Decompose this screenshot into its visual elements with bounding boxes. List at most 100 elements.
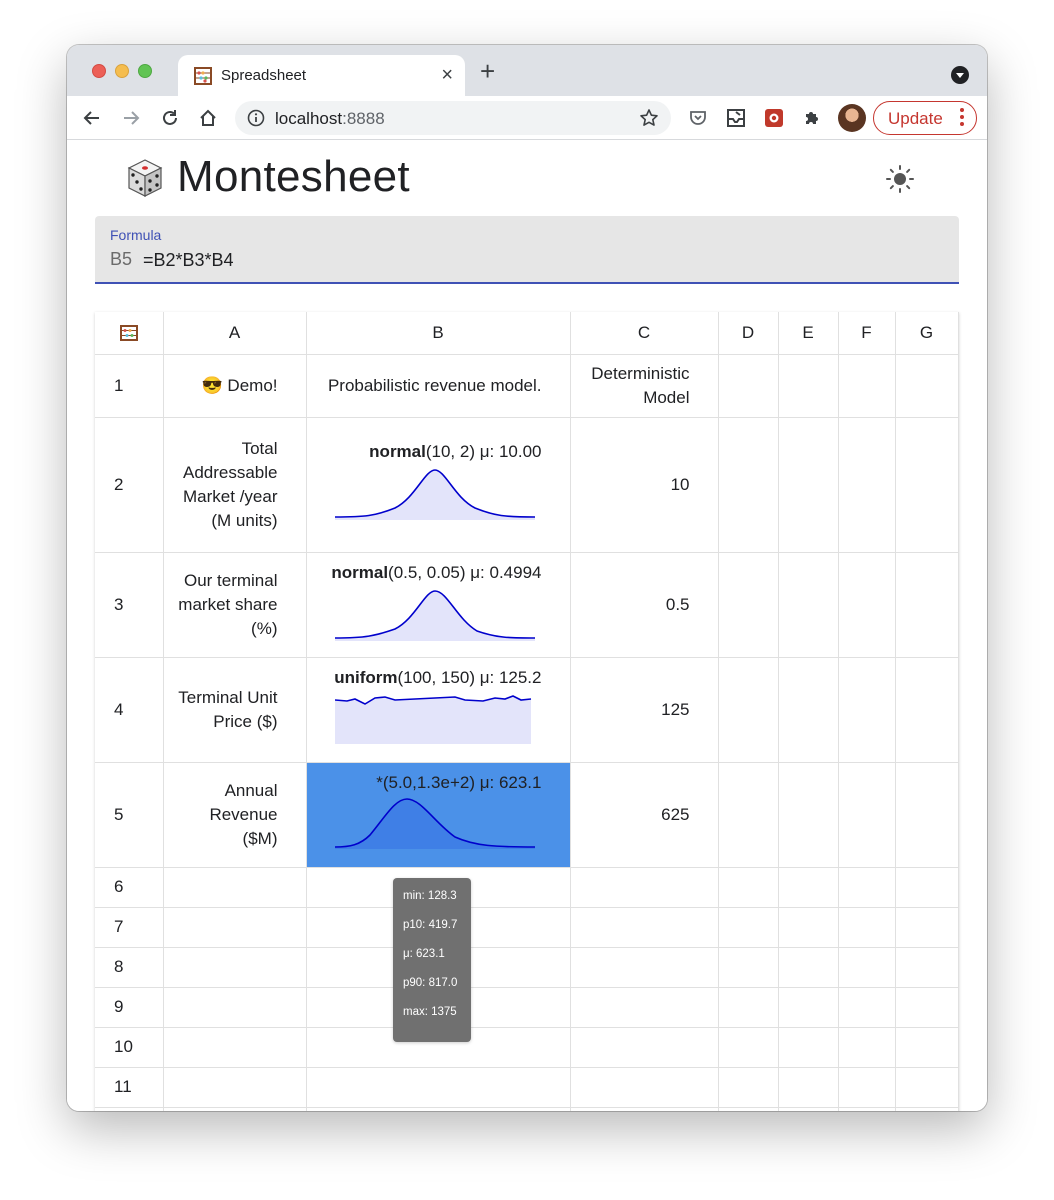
cell[interactable] xyxy=(717,1026,779,1068)
cell[interactable] xyxy=(717,906,779,948)
reload-icon[interactable] xyxy=(157,105,183,131)
cell-g4[interactable] xyxy=(894,656,959,763)
sun-icon[interactable] xyxy=(885,164,915,194)
cell-f4[interactable] xyxy=(837,656,896,763)
cell[interactable] xyxy=(162,906,307,948)
cell-f5[interactable] xyxy=(837,761,896,868)
column-header-e[interactable]: E xyxy=(777,312,839,355)
cell-c3[interactable]: 0.5 xyxy=(569,551,719,658)
cell[interactable] xyxy=(837,1106,896,1111)
column-header-f[interactable]: F xyxy=(837,312,896,355)
cell-d2[interactable] xyxy=(717,416,779,553)
cell-e1[interactable] xyxy=(777,353,839,418)
cell[interactable] xyxy=(777,906,839,948)
cell[interactable] xyxy=(162,946,307,988)
cell-d1[interactable] xyxy=(717,353,779,418)
row-header[interactable]: 4 xyxy=(95,656,164,763)
cell-f2[interactable] xyxy=(837,416,896,553)
puzzle-icon[interactable] xyxy=(799,105,825,131)
close-window-button[interactable] xyxy=(92,64,106,78)
row-header[interactable]: 3 xyxy=(95,551,164,658)
row-header[interactable]: 9 xyxy=(95,986,164,1028)
cell[interactable] xyxy=(894,1106,959,1111)
cell-c4[interactable]: 125 xyxy=(569,656,719,763)
cell[interactable] xyxy=(837,1066,896,1108)
cell[interactable] xyxy=(162,1026,307,1068)
address-bar[interactable]: localhost:8888 xyxy=(235,101,671,135)
cell[interactable] xyxy=(717,1066,779,1108)
column-header-a[interactable]: A xyxy=(162,312,307,355)
cell-g2[interactable] xyxy=(894,416,959,553)
cell-b5-selected[interactable]: *(5.0,1.3e+2) μ: 623.1 xyxy=(305,761,571,868)
cell[interactable] xyxy=(305,1066,571,1108)
info-icon[interactable] xyxy=(247,109,265,127)
cell[interactable] xyxy=(162,866,307,908)
inbox-extension-icon[interactable] xyxy=(723,105,749,131)
cell[interactable] xyxy=(162,986,307,1028)
cell-b3[interactable]: normal(0.5, 0.05) μ: 0.4994 xyxy=(305,551,571,658)
back-icon[interactable] xyxy=(79,105,105,131)
cell[interactable] xyxy=(894,866,959,908)
row-header[interactable]: 7 xyxy=(95,906,164,948)
cell[interactable] xyxy=(162,1106,307,1111)
cell[interactable] xyxy=(569,1106,719,1111)
cell[interactable] xyxy=(569,1066,719,1108)
more-menu-icon[interactable] xyxy=(960,108,964,129)
cell[interactable] xyxy=(837,986,896,1028)
row-header[interactable] xyxy=(95,1106,164,1111)
cell-g5[interactable] xyxy=(894,761,959,868)
row-header[interactable]: 10 xyxy=(95,1026,164,1068)
row-header[interactable]: 5 xyxy=(95,761,164,868)
cell[interactable] xyxy=(569,866,719,908)
cell-d5[interactable] xyxy=(717,761,779,868)
cell[interactable] xyxy=(837,1026,896,1068)
cell-g1[interactable] xyxy=(894,353,959,418)
row-header[interactable]: 1 xyxy=(95,353,164,418)
cell-e5[interactable] xyxy=(777,761,839,868)
cell-d3[interactable] xyxy=(717,551,779,658)
new-tab-button[interactable]: + xyxy=(480,58,495,84)
cell[interactable] xyxy=(777,946,839,988)
formula-input[interactable]: =B2*B3*B4 xyxy=(143,250,234,271)
cell-f3[interactable] xyxy=(837,551,896,658)
cell[interactable] xyxy=(777,986,839,1028)
cell[interactable] xyxy=(837,946,896,988)
minimize-window-button[interactable] xyxy=(115,64,129,78)
avatar[interactable] xyxy=(838,104,866,132)
cell-a1[interactable]: 😎 Demo! xyxy=(162,353,307,418)
row-header[interactable]: 2 xyxy=(95,416,164,553)
update-button[interactable]: Update xyxy=(873,101,977,135)
cell[interactable] xyxy=(569,946,719,988)
cell-d4[interactable] xyxy=(717,656,779,763)
cell[interactable] xyxy=(777,1026,839,1068)
column-header-c[interactable]: C xyxy=(569,312,719,355)
cell[interactable] xyxy=(777,866,839,908)
cell[interactable] xyxy=(569,1026,719,1068)
cell[interactable] xyxy=(777,1106,839,1111)
tab-spreadsheet[interactable]: Spreadsheet × xyxy=(178,55,465,97)
cell[interactable] xyxy=(894,1066,959,1108)
cell-c1[interactable]: Deterministic Model xyxy=(569,353,719,418)
bookmark-star-icon[interactable] xyxy=(639,108,659,128)
home-icon[interactable] xyxy=(195,105,221,131)
cell-e2[interactable] xyxy=(777,416,839,553)
cell-a2[interactable]: Total Addressable Market /year (M units) xyxy=(162,416,307,553)
row-header[interactable]: 8 xyxy=(95,946,164,988)
cell-a4[interactable]: Terminal Unit Price ($) xyxy=(162,656,307,763)
cell-c2[interactable]: 10 xyxy=(569,416,719,553)
cell[interactable] xyxy=(837,906,896,948)
cell[interactable] xyxy=(717,1106,779,1111)
cell-b4[interactable]: uniform(100, 150) μ: 125.2 xyxy=(305,656,571,763)
formula-field[interactable]: Formula B5 =B2*B3*B4 xyxy=(95,216,959,284)
cell[interactable] xyxy=(777,1066,839,1108)
forward-icon[interactable] xyxy=(118,105,144,131)
cell[interactable] xyxy=(717,946,779,988)
row-header[interactable]: 11 xyxy=(95,1066,164,1108)
cell[interactable] xyxy=(717,866,779,908)
cell[interactable] xyxy=(894,1026,959,1068)
cell-a5[interactable]: Annual Revenue ($M) xyxy=(162,761,307,868)
cell-b2[interactable]: normal(10, 2) μ: 10.00 xyxy=(305,416,571,553)
pocket-icon[interactable] xyxy=(685,105,711,131)
cell[interactable] xyxy=(894,986,959,1028)
close-tab-icon[interactable]: × xyxy=(441,64,453,86)
